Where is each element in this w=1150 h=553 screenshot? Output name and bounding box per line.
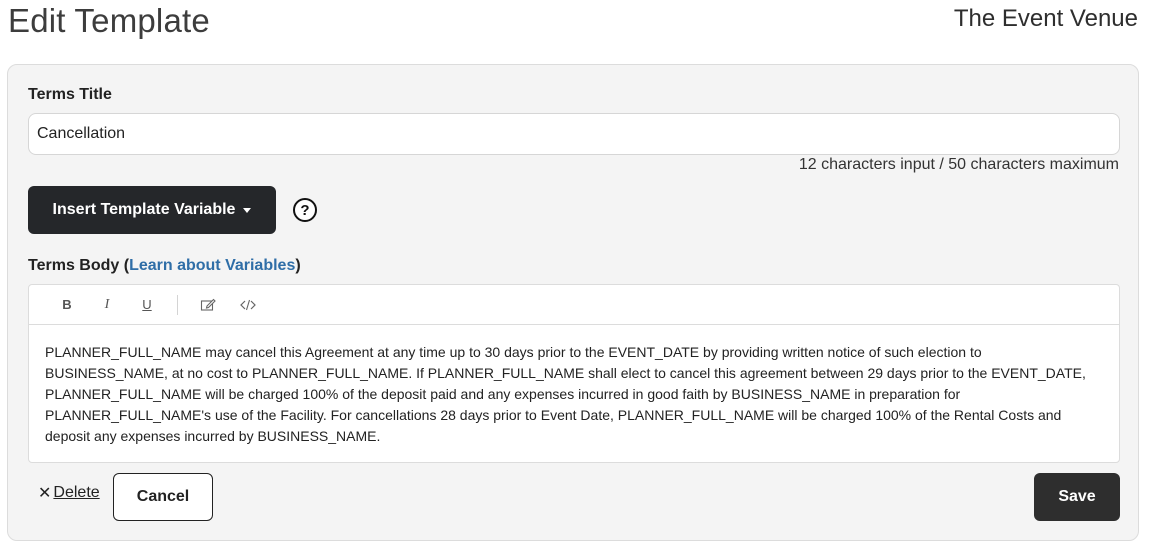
bold-button[interactable]: B (47, 291, 87, 319)
character-count: 12 characters input / 50 characters maxi… (798, 156, 1119, 173)
insert-template-variable-button[interactable]: Insert Template Variable (28, 186, 276, 234)
toolbar-divider (177, 294, 178, 315)
terms-title-input[interactable] (28, 113, 1120, 155)
template-form-panel: Terms Title 12 characters input / 50 cha… (7, 64, 1139, 541)
cancel-button[interactable]: Cancel (113, 473, 213, 521)
terms-body-label: Terms Body (Learn about Variables) (28, 257, 301, 275)
delete-label: Delete (53, 484, 100, 501)
caret-down-icon (243, 208, 252, 213)
code-icon[interactable] (228, 291, 268, 319)
insert-template-variable-label: Insert Template Variable (52, 201, 236, 218)
venue-name: The Event Venue (953, 5, 1138, 32)
rich-text-editor: B I U PLANNER_FULL_NAME may cancel this … (28, 284, 1120, 463)
terms-body-content[interactable]: PLANNER_FULL_NAME may cancel this Agreem… (29, 325, 1119, 447)
help-icon[interactable]: ? (293, 198, 317, 222)
delete-link[interactable]: ✕ Delete (38, 483, 100, 503)
editor-toolbar: B I U (29, 285, 1119, 325)
underline-button[interactable]: U (127, 291, 167, 319)
save-button[interactable]: Save (1034, 473, 1120, 521)
terms-body-label-suffix: ) (295, 257, 301, 274)
terms-body-label-text: Terms Body ( (28, 257, 130, 274)
page-title: Edit Template (8, 2, 210, 39)
italic-button[interactable]: I (87, 291, 127, 319)
learn-about-variables-link[interactable]: Learn about Variables (129, 257, 295, 274)
edit-icon[interactable] (188, 291, 228, 319)
close-icon: ✕ (38, 485, 52, 502)
terms-title-label: Terms Title (28, 86, 112, 103)
